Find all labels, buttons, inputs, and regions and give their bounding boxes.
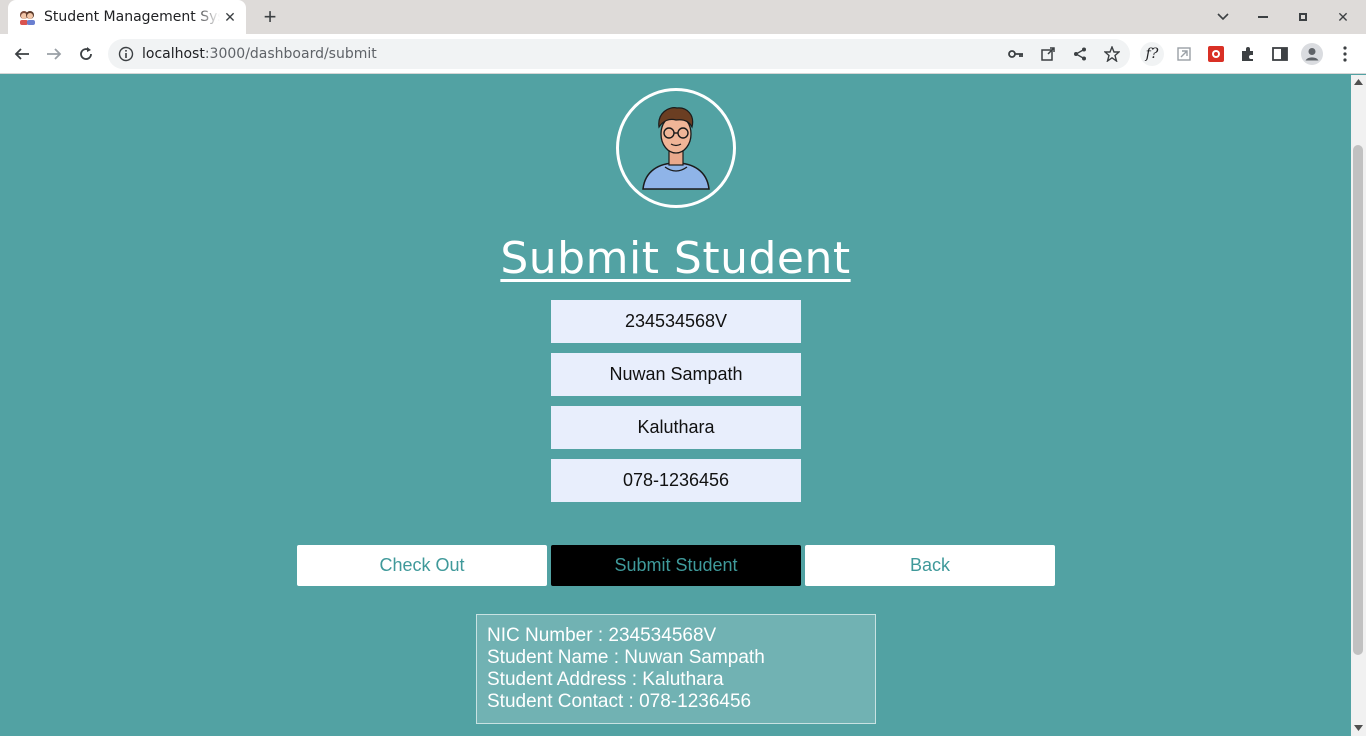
nic-summary-line: NIC Number : 234534568V bbox=[487, 625, 717, 646]
browser-tab[interactable]: Student Management System ✕ bbox=[8, 0, 246, 34]
back-button[interactable]: Back bbox=[805, 545, 1055, 586]
tab-search-chevron-icon[interactable] bbox=[1210, 4, 1236, 30]
share-icon[interactable] bbox=[1068, 42, 1092, 66]
minimize-icon[interactable] bbox=[1250, 4, 1276, 30]
close-tab-icon[interactable]: ✕ bbox=[222, 9, 238, 25]
contact-summary-line: Student Contact : 078-1236456 bbox=[487, 691, 752, 712]
student-summary-panel: NIC Number : 234534568V Student Name : N… bbox=[476, 614, 876, 724]
scroll-up-arrow-icon[interactable] bbox=[1354, 79, 1363, 85]
forward-arrow-icon[interactable] bbox=[42, 42, 66, 66]
name-input[interactable] bbox=[551, 353, 801, 396]
close-window-icon[interactable]: ✕ bbox=[1330, 4, 1356, 30]
browser-toolbar: localhost:3000/dashboard/submit f? bbox=[0, 34, 1366, 74]
tab-title: Student Management System bbox=[44, 9, 220, 25]
new-tab-icon[interactable]: + bbox=[258, 4, 282, 29]
address-input[interactable] bbox=[551, 406, 801, 449]
scroll-down-arrow-icon[interactable] bbox=[1354, 725, 1363, 731]
formula-extension-icon[interactable]: f? bbox=[1140, 42, 1164, 66]
student-avatar bbox=[616, 88, 736, 208]
profile-avatar-icon[interactable] bbox=[1300, 42, 1324, 66]
open-external-icon[interactable] bbox=[1036, 42, 1060, 66]
url-path: :3000/dashboard/submit bbox=[204, 46, 377, 62]
url-text: localhost:3000/dashboard/submit bbox=[142, 46, 377, 62]
nic-input[interactable] bbox=[551, 300, 801, 343]
site-info-icon[interactable] bbox=[118, 46, 134, 67]
page-title: Submit Student bbox=[500, 233, 851, 284]
browser-menu-icon[interactable] bbox=[1333, 42, 1357, 66]
bookmark-star-icon[interactable] bbox=[1100, 42, 1124, 66]
check-out-button[interactable]: Check Out bbox=[297, 545, 547, 586]
name-summary-line: Student Name : Nuwan Sampath bbox=[487, 647, 765, 668]
student-avatar-icon bbox=[642, 107, 710, 190]
url-host: localhost bbox=[142, 46, 205, 62]
side-panel-icon[interactable] bbox=[1268, 42, 1292, 66]
key-icon[interactable] bbox=[1004, 42, 1028, 66]
browser-tab-strip: Student Management System ✕ + ✕ bbox=[0, 0, 1366, 34]
extensions-puzzle-icon[interactable] bbox=[1236, 42, 1260, 66]
reload-icon[interactable] bbox=[74, 42, 98, 66]
address-bar[interactable]: localhost:3000/dashboard/submit bbox=[108, 39, 1130, 69]
students-favicon-icon bbox=[20, 11, 35, 25]
address-summary-line: Student Address : Kaluthara bbox=[487, 669, 724, 690]
red-extension-icon[interactable] bbox=[1204, 42, 1228, 66]
page-content: Submit Student Check Out Submit Student … bbox=[0, 75, 1351, 736]
back-arrow-icon[interactable] bbox=[10, 42, 34, 66]
submit-student-button[interactable]: Submit Student bbox=[551, 545, 801, 586]
page-scrollbar[interactable] bbox=[1351, 75, 1366, 736]
contact-input[interactable] bbox=[551, 459, 801, 502]
maximize-icon[interactable] bbox=[1290, 4, 1316, 30]
extension-arrow-icon[interactable] bbox=[1172, 42, 1196, 66]
scrollbar-thumb[interactable] bbox=[1353, 145, 1363, 655]
